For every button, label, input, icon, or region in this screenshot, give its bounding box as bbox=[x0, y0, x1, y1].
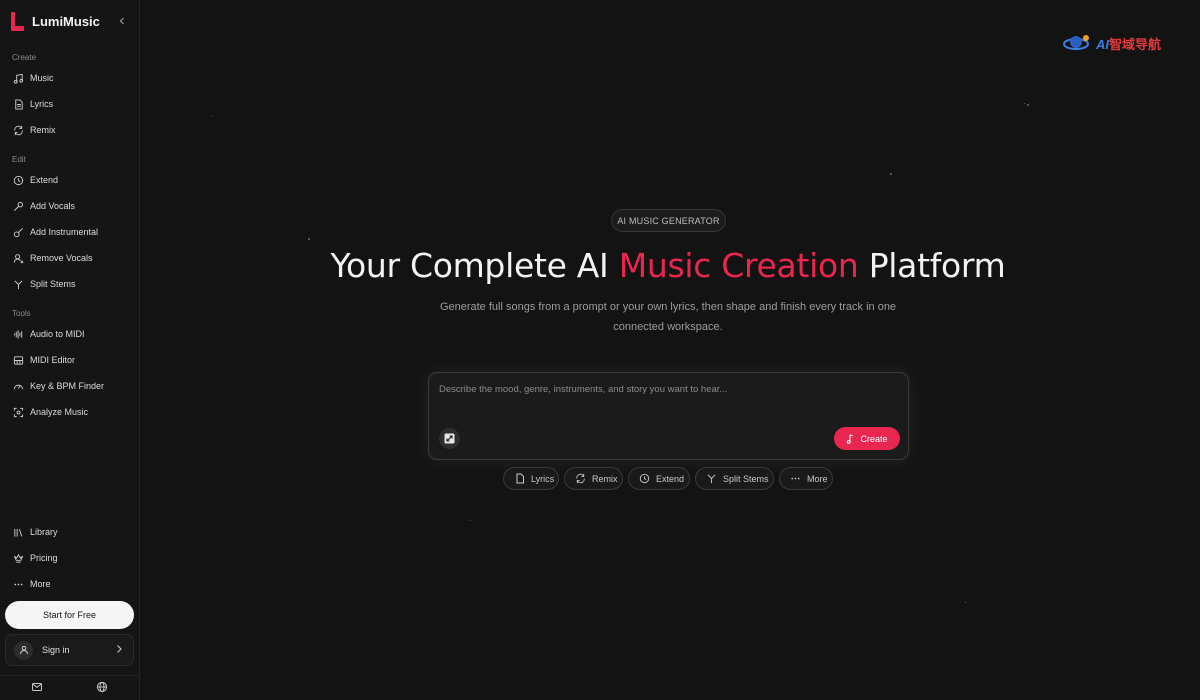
ellipsis-icon bbox=[12, 578, 24, 590]
clock-icon bbox=[639, 473, 650, 484]
star-dot bbox=[212, 115, 213, 116]
section-label-edit: Edit bbox=[12, 155, 26, 164]
sidebar-item-lyrics[interactable]: Lyrics bbox=[5, 93, 133, 115]
sidebar-item-label: MIDI Editor bbox=[30, 355, 76, 365]
piano-icon bbox=[12, 354, 24, 366]
sidebar-item-label: Lyrics bbox=[30, 99, 54, 109]
globe-icon[interactable] bbox=[96, 680, 108, 693]
gauge-icon bbox=[12, 380, 24, 392]
create-button[interactable]: Create bbox=[834, 427, 900, 450]
prompt-input[interactable] bbox=[439, 384, 899, 424]
ai-generator-badge: AI MUSIC GENERATOR bbox=[611, 209, 726, 232]
sidebar-item-label: Music bbox=[30, 73, 54, 83]
watermark-logo: AI智域导航 bbox=[1062, 31, 1182, 55]
page-title: Your Complete AI Music Creation Platform bbox=[330, 246, 1006, 285]
sidebar-item-add-instrumental[interactable]: Add Instrumental bbox=[5, 221, 133, 243]
prompt-box: Create bbox=[428, 372, 909, 460]
sidebar-item-label: Add Instrumental bbox=[30, 227, 99, 237]
sidebar-item-label: Pricing bbox=[30, 553, 58, 563]
sidebar: LumiMusic Create Music Lyrics Remix Edit… bbox=[0, 0, 140, 700]
chip-split-stems[interactable]: Split Stems bbox=[695, 467, 774, 490]
watermark-text: AI智域导航 bbox=[1096, 36, 1162, 52]
section-label-tools: Tools bbox=[12, 309, 31, 318]
main-content: AI智域导航 AI MUSIC GENERATOR Your Complete … bbox=[140, 0, 1200, 700]
split-icon bbox=[12, 278, 24, 290]
microphone-icon bbox=[12, 200, 24, 212]
sidebar-item-label: Key & BPM Finder bbox=[30, 381, 105, 391]
watermark-emblem-icon bbox=[1062, 33, 1092, 53]
waveform-icon bbox=[12, 328, 24, 340]
sidebar-item-pricing[interactable]: Pricing bbox=[5, 547, 133, 569]
brand-name: LumiMusic bbox=[32, 13, 100, 29]
star-dot bbox=[965, 602, 966, 603]
chip-more[interactable]: More bbox=[779, 467, 833, 490]
user-remove-icon bbox=[12, 252, 24, 264]
sidebar-item-library[interactable]: Library bbox=[5, 521, 133, 543]
sign-in-button[interactable]: Sign in bbox=[5, 634, 134, 666]
sidebar-item-label: Split Stems bbox=[30, 279, 76, 289]
star-dot bbox=[1024, 103, 1025, 104]
sidebar-item-music[interactable]: Music bbox=[5, 67, 133, 89]
chip-remix[interactable]: Remix bbox=[564, 467, 623, 490]
sidebar-item-label: Library bbox=[30, 527, 58, 537]
clock-icon bbox=[12, 174, 24, 186]
brand[interactable]: LumiMusic bbox=[10, 11, 130, 31]
sidebar-footer bbox=[0, 675, 140, 695]
guitar-icon bbox=[12, 226, 24, 238]
expand-icon bbox=[444, 433, 455, 444]
sidebar-item-label: Extend bbox=[30, 175, 59, 185]
document-icon bbox=[12, 98, 24, 110]
star-dot bbox=[890, 173, 892, 175]
music-note-icon bbox=[12, 72, 24, 84]
star-dot bbox=[470, 520, 471, 521]
refresh-icon bbox=[575, 473, 586, 484]
split-icon bbox=[706, 473, 717, 484]
sign-in-label: Sign in bbox=[42, 645, 70, 655]
sidebar-item-label: Analyze Music bbox=[30, 407, 89, 417]
sidebar-item-label: Remix bbox=[30, 125, 56, 135]
document-icon bbox=[514, 473, 525, 484]
user-icon bbox=[14, 640, 33, 660]
star-dot bbox=[308, 238, 310, 240]
music-note-icon bbox=[846, 433, 855, 444]
sidebar-item-audio-to-midi[interactable]: Audio to MIDI bbox=[5, 323, 133, 345]
sidebar-item-key-bpm-finder[interactable]: Key & BPM Finder bbox=[5, 375, 133, 397]
sidebar-item-remove-vocals[interactable]: Remove Vocals bbox=[5, 247, 133, 269]
star-dot bbox=[1027, 104, 1029, 106]
sidebar-item-midi-editor[interactable]: MIDI Editor bbox=[5, 349, 133, 371]
quick-actions: Lyrics Remix Extend Split Stems More bbox=[140, 467, 1200, 491]
page-subtitle: Generate full songs from a prompt or you… bbox=[439, 301, 897, 333]
mail-icon[interactable] bbox=[31, 680, 43, 692]
ellipsis-icon bbox=[790, 473, 801, 484]
sidebar-item-add-vocals[interactable]: Add Vocals bbox=[5, 195, 133, 217]
sidebar-item-analyze-music[interactable]: Analyze Music bbox=[5, 401, 133, 423]
crown-icon bbox=[12, 552, 24, 564]
logo-icon bbox=[10, 11, 24, 31]
sidebar-item-label: More bbox=[30, 579, 51, 589]
sidebar-item-more[interactable]: More bbox=[5, 573, 133, 595]
start-for-free-button[interactable]: Start for Free bbox=[5, 601, 134, 629]
title-accent: Music Creation bbox=[618, 246, 859, 285]
create-label: Create bbox=[860, 433, 888, 444]
expand-button[interactable] bbox=[439, 428, 460, 449]
section-label-create: Create bbox=[12, 53, 37, 62]
sidebar-item-split-stems[interactable]: Split Stems bbox=[5, 273, 133, 295]
chip-lyrics[interactable]: Lyrics bbox=[503, 467, 559, 490]
sidebar-item-label: Add Vocals bbox=[30, 201, 76, 211]
sidebar-item-extend[interactable]: Extend bbox=[5, 169, 133, 191]
library-icon bbox=[12, 526, 24, 538]
scan-icon bbox=[12, 406, 24, 418]
chip-extend[interactable]: Extend bbox=[628, 467, 690, 490]
refresh-icon bbox=[12, 124, 24, 136]
collapse-sidebar-icon[interactable] bbox=[114, 13, 130, 29]
sidebar-item-label: Audio to MIDI bbox=[30, 329, 85, 339]
sidebar-item-remix[interactable]: Remix bbox=[5, 119, 133, 141]
sidebar-item-label: Remove Vocals bbox=[30, 253, 93, 263]
chevron-right-icon bbox=[115, 644, 123, 657]
